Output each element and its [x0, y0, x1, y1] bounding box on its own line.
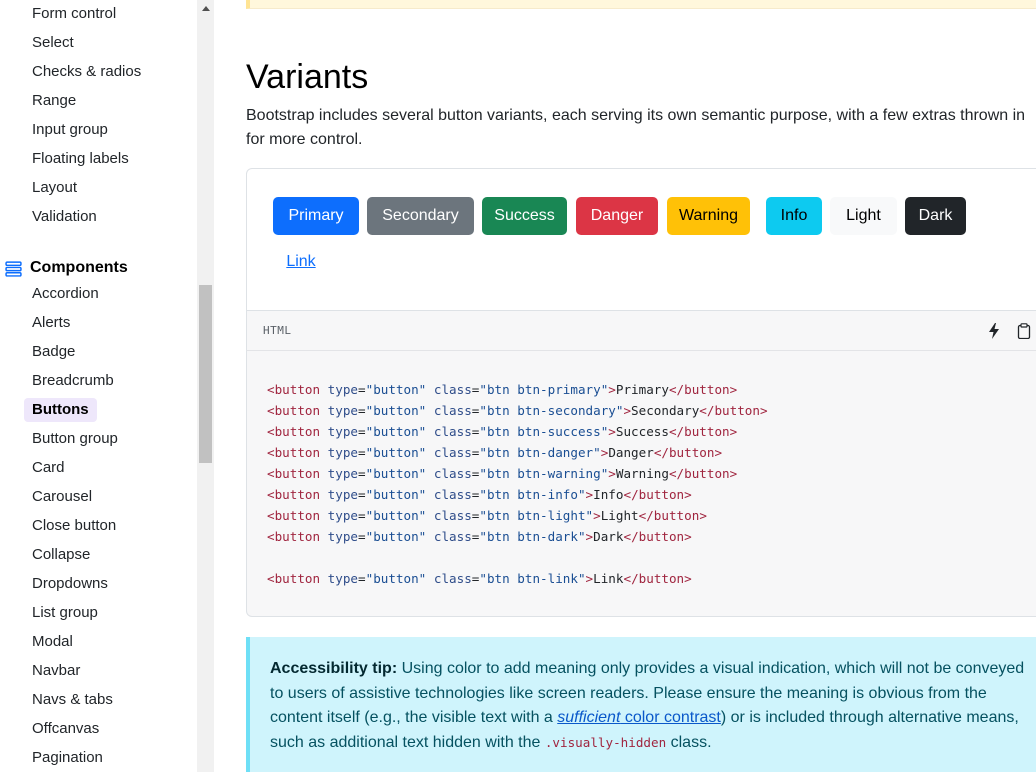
sidebar-item[interactable]: Range: [24, 89, 84, 113]
sidebar-item[interactable]: Navs & tabs: [24, 688, 121, 712]
sidebar-item[interactable]: Dropdowns: [24, 572, 116, 596]
code-line: <button type="button" class="btn btn-suc…: [267, 424, 738, 439]
code-line: <button type="button" class="btn btn-war…: [267, 466, 738, 481]
sidebar-item[interactable]: Checks & radios: [24, 60, 149, 84]
tip-title: Accessibility tip:: [270, 660, 398, 677]
code-line: <button type="button" class="btn btn-sec…: [267, 403, 768, 418]
sidebar-item[interactable]: Card: [24, 456, 73, 480]
sidebar-item[interactable]: Form control: [24, 2, 124, 26]
sidebar-item[interactable]: Offcanvas: [24, 717, 107, 741]
sidebar-item-active[interactable]: Buttons: [24, 398, 97, 422]
variant-button[interactable]: Warning: [667, 197, 750, 235]
sidebar-item[interactable]: Validation: [24, 205, 105, 229]
sidebar-item[interactable]: Close button: [24, 514, 124, 538]
code-snippet-body: <button type="button" class="btn btn-pri…: [246, 351, 1036, 617]
variant-button[interactable]: Info: [766, 197, 822, 235]
accessibility-tip-callout: Accessibility tip: Using color to add me…: [246, 637, 1036, 772]
sidebar-item[interactable]: Input group: [24, 118, 116, 142]
variant-button[interactable]: Danger: [576, 197, 658, 235]
sidebar-item[interactable]: Breadcrumb: [24, 369, 122, 393]
color-contrast-link[interactable]: sufficient color contrast: [557, 709, 721, 726]
sidebar-group-label: Components: [30, 259, 128, 276]
tip-text: Accessibility tip: Using color to add me…: [270, 657, 1030, 755]
code-line: <button type="button" class="btn btn-dar…: [267, 529, 692, 544]
code-snippet-header: HTML: [246, 310, 1036, 351]
variant-button[interactable]: Light: [830, 197, 897, 235]
code-line: <button type="button" class="btn btn-lin…: [267, 571, 692, 586]
sidebar-item[interactable]: Accordion: [24, 282, 107, 306]
sidebar-nav: Form control Select Checks & radios Range In…: [0, 0, 197, 772]
variant-button[interactable]: Secondary: [367, 197, 474, 235]
sidebar-item[interactable]: Layout: [24, 176, 85, 200]
code-line: <button type="button" class="btn btn-dan…: [267, 445, 723, 460]
warning-callout-edge: [246, 0, 1036, 9]
contrast-link-emphasis: sufficient: [557, 709, 621, 726]
variant-button[interactable]: Success: [482, 197, 567, 235]
variant-button[interactable]: Dark: [905, 197, 966, 235]
clipboard-icon[interactable]: [1015, 321, 1033, 341]
variant-button[interactable]: Primary: [273, 197, 359, 235]
sidebar-item[interactable]: Alerts: [24, 311, 78, 335]
sidebar-item[interactable]: Floating labels: [24, 147, 137, 171]
scrollbar-thumb[interactable]: [199, 285, 212, 463]
scroll-up-arrow-icon[interactable]: [197, 0, 214, 17]
main-content: Variants Bootstrap includes several butt…: [214, 0, 1036, 772]
button-example-preview: Primary Secondary Success Danger Warning Info…: [246, 168, 1036, 310]
sidebar-scrollbar[interactable]: [197, 0, 214, 772]
sidebar-item[interactable]: Badge: [24, 340, 83, 364]
sidebar-group-components: Components: [5, 256, 128, 280]
visually-hidden-code: .visually-hidden: [544, 734, 667, 750]
code-line: <button type="button" class="btn btn-lig…: [267, 508, 707, 523]
sidebar-item[interactable]: List group: [24, 601, 106, 625]
section-intro: Bootstrap includes several button varian…: [246, 107, 1026, 148]
link-button[interactable]: Link: [273, 243, 329, 281]
section-heading: Variants: [246, 58, 369, 96]
tip-text-part3: class.: [666, 733, 712, 751]
sidebar-item[interactable]: Select: [24, 31, 82, 55]
sidebar-item[interactable]: Carousel: [24, 485, 100, 509]
sidebar-item[interactable]: Modal: [24, 630, 81, 654]
code-line: <button type="button" class="btn btn-pri…: [267, 382, 738, 397]
lightning-icon[interactable]: [985, 321, 1003, 341]
sidebar-item[interactable]: Collapse: [24, 543, 98, 567]
sidebar-item[interactable]: Button group: [24, 427, 126, 451]
code-line: <button type="button" class="btn btn-inf…: [267, 487, 692, 502]
contrast-link-rest: color contrast: [620, 709, 721, 726]
sidebar-item[interactable]: Navbar: [24, 659, 88, 683]
code-language-label: HTML: [263, 324, 292, 337]
components-icon: [5, 260, 22, 277]
sidebar-item[interactable]: Pagination: [24, 746, 111, 770]
